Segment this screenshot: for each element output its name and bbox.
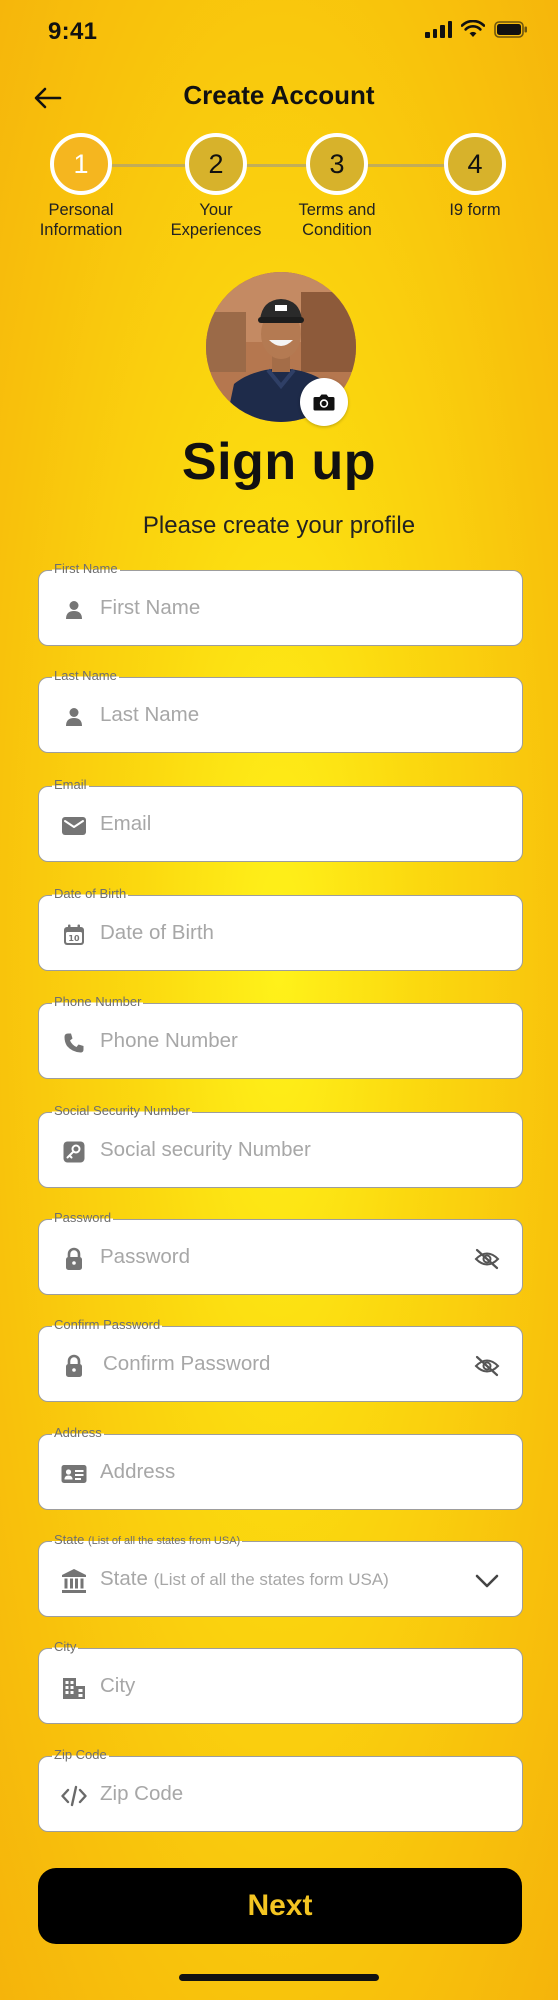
step-label: I9 form (449, 201, 501, 219)
state-select[interactable]: State (List of all the states form USA) (38, 1541, 523, 1617)
password-input[interactable]: Password (38, 1219, 523, 1295)
email-field[interactable]: Email Email (38, 777, 523, 862)
ssn-label: Social Security Number (52, 1103, 192, 1119)
toggle-confirm-password-visibility-button[interactable] (472, 1351, 502, 1381)
step-label: Your Experiences (170, 201, 262, 239)
progress-stepper: 1 Personal Information 2 Your Experiences … (0, 133, 558, 253)
first-name-field[interactable]: First Name First Name (38, 561, 523, 646)
wifi-icon (461, 20, 485, 37)
last-name-field[interactable]: Last Name Last Name (38, 668, 523, 753)
step-personal-information[interactable]: 1 Personal Information (11, 133, 151, 240)
chevron-down-icon (475, 1574, 499, 1588)
last-name-input[interactable]: Last Name (38, 677, 523, 753)
phone-number-label: Phone Number (52, 994, 144, 1010)
zip-code-placeholder: Zip Code (100, 1782, 184, 1805)
last-name-label: Last Name (52, 668, 119, 684)
zip-code-field[interactable]: Zip Code Zip Code (38, 1747, 523, 1832)
confirm-password-field[interactable]: Confirm Password Confirm Password (38, 1317, 523, 1402)
status-icons (425, 20, 528, 38)
eye-off-icon (474, 1248, 500, 1270)
last-name-placeholder: Last Name (100, 703, 200, 726)
email-placeholder: Email (100, 812, 152, 835)
lock-icon (61, 1246, 87, 1272)
lock-icon (61, 1353, 87, 1379)
step-number: 3 (306, 133, 368, 195)
status-time: 9:41 (48, 18, 98, 45)
password-placeholder: Password (100, 1245, 191, 1268)
step-i9-form[interactable]: 4 I9 form (405, 133, 545, 220)
signup-title: Sign up (181, 433, 377, 491)
status-bar: 9:41 (0, 0, 558, 60)
phone-number-placeholder: Phone Number (100, 1029, 238, 1052)
date-of-birth-label: Date of Birth (52, 886, 129, 902)
city-field[interactable]: City City (38, 1639, 523, 1724)
change-photo-button[interactable] (300, 378, 348, 426)
address-field[interactable]: Address Address (38, 1425, 523, 1510)
password-label: Password (52, 1210, 114, 1226)
cellular-signal-icon (425, 20, 452, 38)
page-title: Create Account (183, 80, 375, 110)
first-name-placeholder: First Name (100, 596, 201, 619)
step-label: Personal Information (39, 201, 123, 239)
ssn-placeholder: Social security Number (100, 1138, 311, 1161)
create-account-screen: 9:41 Create Account 1 Personal Informati… (0, 0, 558, 2000)
first-name-input[interactable]: First Name (38, 570, 523, 646)
city-icon (61, 1675, 87, 1701)
step-label: Terms and Condition (298, 201, 376, 239)
city-input[interactable]: City (38, 1648, 523, 1724)
state-dropdown-toggle[interactable] (472, 1566, 502, 1596)
signup-subtitle: Please create your profile (142, 512, 416, 539)
step-number: 2 (185, 133, 247, 195)
phone-number-input[interactable]: Phone Number (38, 1003, 523, 1079)
step-your-experiences[interactable]: 2 Your Experiences (146, 133, 286, 240)
camera-icon (313, 394, 335, 411)
eye-off-icon (474, 1355, 500, 1377)
zip-code-input[interactable]: Zip Code (38, 1756, 523, 1832)
step-number: 1 (50, 133, 112, 195)
calendar-icon: 10 (61, 922, 87, 948)
person-icon (61, 704, 87, 730)
ssn-field[interactable]: Social security Number Social Security N… (38, 1103, 523, 1188)
state-label: State (List of all the states from USA) (52, 1532, 243, 1549)
next-button[interactable]: Next (38, 1868, 522, 1944)
address-input[interactable]: Address (38, 1434, 523, 1510)
toggle-password-visibility-button[interactable] (472, 1244, 502, 1274)
person-icon (61, 597, 87, 623)
email-label: Email (52, 777, 89, 793)
address-label: Address (52, 1425, 104, 1441)
id-card-icon (61, 1461, 87, 1487)
svg-text:10: 10 (68, 934, 80, 943)
bank-icon (61, 1568, 87, 1594)
battery-icon (494, 20, 527, 38)
envelope-icon (61, 813, 87, 839)
ssn-icon (61, 1139, 87, 1165)
confirm-password-input[interactable]: Confirm Password (38, 1326, 523, 1402)
ssn-input[interactable]: Social security Number (38, 1112, 523, 1188)
city-placeholder: City (100, 1674, 136, 1697)
confirm-password-placeholder: Confirm Password (103, 1352, 271, 1375)
zip-code-label: Zip Code (52, 1747, 109, 1763)
first-name-label: First Name (52, 561, 120, 577)
city-label: City (52, 1639, 79, 1655)
date-of-birth-input[interactable]: 10 Date of Birth (38, 895, 523, 971)
code-icon (61, 1783, 87, 1809)
state-field[interactable]: State (List of all the states form USA) … (38, 1532, 523, 1617)
address-placeholder: Address (100, 1460, 176, 1483)
date-of-birth-placeholder: Date of Birth (100, 921, 214, 944)
phone-number-field[interactable]: Phone Number Phone Number (38, 994, 523, 1079)
date-of-birth-field[interactable]: 10 Date of Birth Date of Birth (38, 886, 523, 971)
step-terms-and-condition[interactable]: 3 Terms and Condition (267, 133, 407, 240)
home-indicator (179, 1974, 379, 1981)
email-input[interactable]: Email (38, 786, 523, 862)
step-number: 4 (444, 133, 506, 195)
state-placeholder: State (List of all the states form USA) (100, 1567, 389, 1590)
confirm-password-label: Confirm Password (52, 1317, 163, 1333)
phone-icon (61, 1030, 87, 1056)
password-field[interactable]: Password Password (38, 1210, 523, 1295)
